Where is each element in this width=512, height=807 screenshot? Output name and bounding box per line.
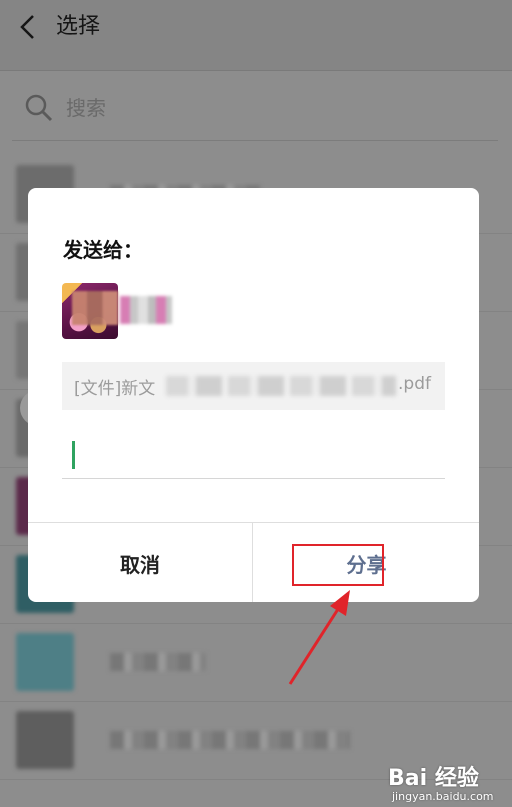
- watermark-logo: Bai 经验: [388, 766, 479, 791]
- message-input[interactable]: [62, 430, 445, 479]
- contact-row[interactable]: [0, 623, 512, 702]
- avatar-mosaic: [72, 291, 118, 325]
- send-dialog: 发送给： [文件]新文 .pdf 取消 分享: [28, 188, 479, 602]
- avatar: [16, 711, 74, 769]
- top-bar: 选择: [0, 0, 512, 71]
- recipient-avatar: [62, 283, 118, 339]
- dialog-footer: 取消 分享: [28, 522, 479, 602]
- back-arrow-icon[interactable]: [16, 12, 40, 42]
- file-preview: [文件]新文 .pdf: [62, 362, 445, 410]
- contact-name: [110, 653, 206, 671]
- watermark: Bai 经验 jingyan.baidu.com: [388, 760, 508, 805]
- page-title: 选择: [56, 14, 101, 39]
- text-cursor: [72, 441, 75, 469]
- search-placeholder: 搜索: [66, 96, 106, 120]
- dialog-heading: 发送给：: [63, 238, 143, 262]
- contact-name: [110, 731, 350, 749]
- annotation-arrow-icon: [288, 590, 350, 685]
- file-label: [文件]新文: [74, 379, 156, 399]
- cancel-button[interactable]: 取消: [28, 523, 253, 602]
- search-icon: [25, 94, 53, 122]
- recipient-name-blurred: [120, 296, 172, 324]
- file-extension: .pdf: [398, 374, 431, 394]
- share-highlight-box: [292, 544, 384, 586]
- file-name-blurred: [166, 376, 396, 396]
- search-bar[interactable]: 搜索: [12, 84, 498, 141]
- avatar: [16, 633, 74, 691]
- watermark-url: jingyan.baidu.com: [392, 790, 494, 803]
